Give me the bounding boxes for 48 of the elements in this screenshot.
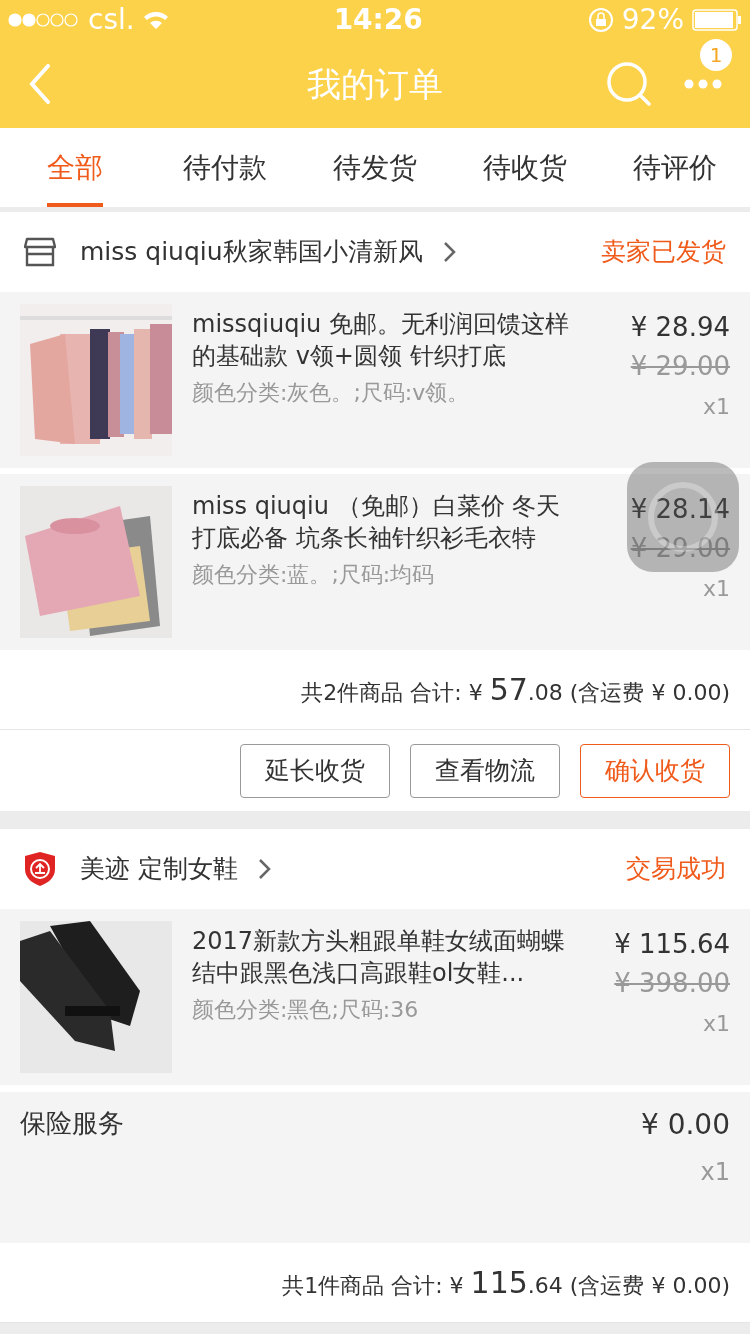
store-icon xyxy=(24,237,56,267)
original-price: ¥ 29.00 xyxy=(630,350,730,383)
shop-name[interactable]: miss qiuqiu秋家韩国小清新风 xyxy=(80,233,423,271)
order-action-button[interactable]: 查看物流 xyxy=(410,743,560,798)
order-status: 交易成功 xyxy=(626,853,726,886)
shield-icon xyxy=(24,851,56,887)
item-price: ¥ 28.94 xyxy=(630,311,730,344)
tab[interactable]: 待付款 xyxy=(150,128,300,207)
item-quantity: x1 xyxy=(702,1010,730,1038)
order-status: 卖家已发货 xyxy=(601,236,726,269)
search-icon[interactable] xyxy=(606,61,652,107)
more-icon[interactable] xyxy=(684,79,722,89)
product-spec: 颜色分类:黑色;尺码:36 xyxy=(192,996,420,1024)
chevron-right-icon xyxy=(257,858,272,880)
battery-icon xyxy=(692,9,742,31)
product-spec: 颜色分类:蓝。;尺码:均码 xyxy=(192,561,436,589)
item-price: ¥ 0.00 xyxy=(640,1107,730,1143)
tab[interactable]: 待评价 xyxy=(600,128,750,207)
tab[interactable]: 待发货 xyxy=(300,128,450,207)
item-quantity: x1 xyxy=(702,393,730,421)
product-spec: 颜色分类:灰色。;尺码:v领。 xyxy=(192,379,471,407)
signal-icon xyxy=(8,13,80,27)
item-price: ¥ 115.64 xyxy=(614,928,730,961)
carrier-name: csl. xyxy=(88,2,135,38)
shop-name[interactable]: 美迹 定制女鞋 xyxy=(80,850,238,888)
clock-time: 14:26 xyxy=(333,2,423,38)
service-name: 保险服务 xyxy=(20,1107,124,1140)
product-title: missqiuqiu 免邮。无利润回馈这样的基础款 v领+圆领 针织打底 xyxy=(192,309,570,372)
rotation-lock-icon xyxy=(587,7,614,33)
product-row[interactable]: missqiuqiu 免邮。无利润回馈这样的基础款 v领+圆领 针织打底 颜色分类:灰色。;尺码:v领。 ¥ 28.94 ¥ 29.00 x1 xyxy=(0,292,750,468)
product-title: 2017新款方头粗跟单鞋女绒面蝴蝶结中跟黑色浅口高跟鞋ol女鞋... xyxy=(192,926,567,989)
original-price: ¥ 398.00 xyxy=(614,967,730,1000)
product-row[interactable]: 2017新款方头粗跟单鞋女绒面蝴蝶结中跟黑色浅口高跟鞋ol女鞋... 颜色分类:黑色;尺码:36 ¥ 115.64 ¥ 398.00 x1 xyxy=(0,909,750,1085)
notification-badge: 1 xyxy=(700,39,732,71)
order-total: 共1件商品 合计: ¥ 115.64 (含运费 ¥ 0.00) xyxy=(282,1264,730,1302)
back-icon[interactable] xyxy=(28,64,52,104)
item-quantity: x1 xyxy=(700,1157,730,1188)
order-total: 共2件商品 合计: ¥ 57.08 (含运费 ¥ 0.00) xyxy=(301,671,730,709)
order-action-button[interactable]: 延长收货 xyxy=(240,743,390,798)
wifi-icon xyxy=(142,10,169,30)
page-title: 我的订单 xyxy=(307,62,443,106)
product-title: miss qiuqiu （免邮）白菜价 冬天打底必备 坑条长袖针织衫毛衣特 xyxy=(192,491,562,554)
battery-percent: 92% xyxy=(621,2,684,38)
assistive-touch-button[interactable] xyxy=(627,462,739,572)
tab[interactable]: 待收货 xyxy=(450,128,600,207)
item-quantity: x1 xyxy=(702,575,730,603)
chevron-right-icon xyxy=(442,241,457,263)
item-price: ¥ 28.14 xyxy=(630,493,730,526)
